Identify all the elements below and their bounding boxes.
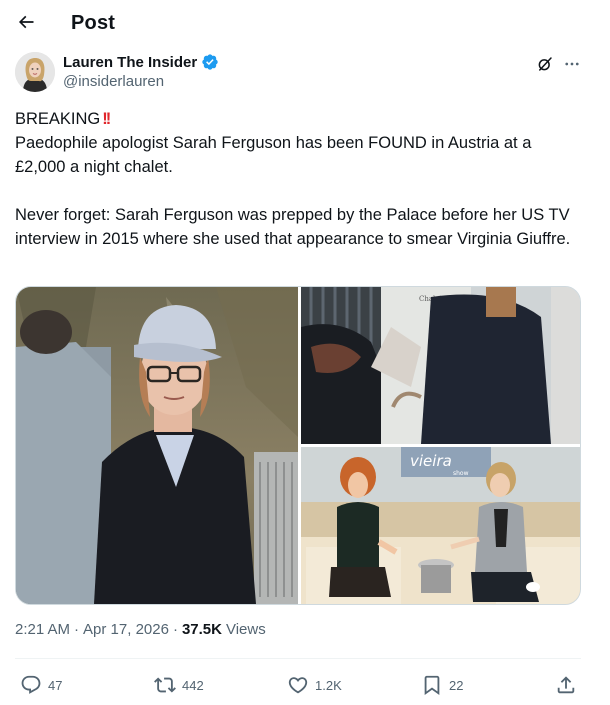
tv-logo-text: vieira bbox=[410, 452, 452, 470]
media-grid: Chalet vieira show bbox=[15, 286, 581, 605]
reply-icon bbox=[21, 675, 41, 694]
views-count[interactable]: 37.5K bbox=[182, 621, 222, 638]
grok-button[interactable] bbox=[534, 53, 556, 75]
heart-icon bbox=[288, 677, 308, 694]
meta-separator: · bbox=[74, 621, 80, 638]
verified-badge-icon bbox=[201, 53, 219, 71]
action-bar: 47 442 1.2K 22 bbox=[15, 672, 581, 698]
author-name[interactable]: Lauren The Insider bbox=[63, 53, 219, 71]
breaking-text: BREAKING bbox=[15, 110, 101, 128]
like-button[interactable]: 1.2K bbox=[287, 672, 342, 698]
back-button[interactable] bbox=[12, 8, 40, 36]
tweet-line-never-forget: Never forget: Sarah Ferguson was prepped… bbox=[15, 206, 575, 248]
tweet-line-breaking: BREAKING!! bbox=[15, 107, 585, 131]
reply-count: 47 bbox=[48, 677, 63, 693]
divider bbox=[15, 658, 581, 659]
double-exclamation-emoji: !! bbox=[102, 110, 111, 128]
post-date[interactable]: Apr 17, 2026 bbox=[83, 621, 169, 638]
post-meta: 2:21 AM · Apr 17, 2026 · 37.5K Views bbox=[15, 621, 266, 638]
arrow-left-icon bbox=[18, 15, 34, 29]
bookmark-button[interactable]: 22 bbox=[421, 672, 463, 698]
bookmark-icon bbox=[424, 675, 440, 696]
share-icon bbox=[557, 676, 575, 694]
tweet-line-found: Paedophile apologist Sarah Ferguson has … bbox=[15, 134, 536, 176]
meta-separator-2: · bbox=[172, 621, 178, 638]
grok-icon bbox=[538, 57, 552, 71]
photo-tv-interview[interactable]: vieira show bbox=[301, 447, 580, 604]
avatar[interactable] bbox=[15, 52, 55, 92]
reply-button[interactable]: 47 bbox=[20, 672, 62, 698]
views-label: Views bbox=[225, 621, 266, 638]
page-title: Post bbox=[71, 12, 116, 34]
more-icon bbox=[565, 62, 579, 66]
display-name-text: Lauren The Insider bbox=[63, 53, 198, 71]
share-button[interactable] bbox=[555, 672, 577, 698]
repost-count: 442 bbox=[182, 677, 204, 693]
repost-button[interactable]: 442 bbox=[154, 672, 204, 698]
bookmark-count: 22 bbox=[449, 677, 464, 693]
tv-logo-sub: show bbox=[453, 470, 469, 477]
photo-woman-cap[interactable] bbox=[16, 287, 298, 604]
post-time[interactable]: 2:21 AM bbox=[15, 621, 70, 638]
more-options-button[interactable] bbox=[561, 53, 583, 75]
author-row: Lauren The Insider @insiderlauren bbox=[15, 52, 595, 92]
repost-icon bbox=[154, 677, 176, 693]
author-handle[interactable]: @insiderlauren bbox=[63, 73, 164, 90]
like-count: 1.2K bbox=[315, 677, 342, 693]
photo-car-chalet[interactable]: Chalet bbox=[301, 287, 580, 444]
top-bar: Post bbox=[0, 0, 610, 48]
tweet-text: BREAKING!! Paedophile apologist Sarah Fe… bbox=[15, 107, 585, 251]
